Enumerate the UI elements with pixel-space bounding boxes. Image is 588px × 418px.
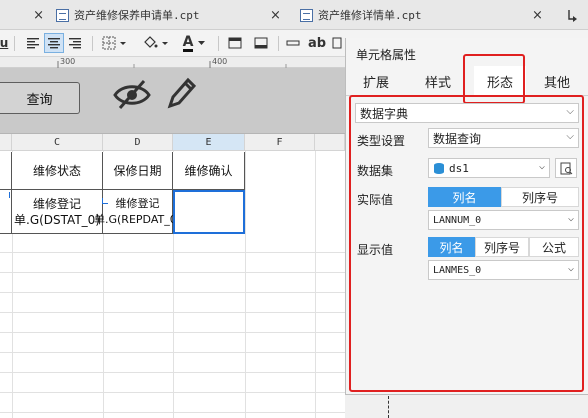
display-column-index-option[interactable]: 列序号 bbox=[475, 237, 529, 257]
display-column-name-option[interactable]: 列名 bbox=[428, 237, 475, 257]
header-cell-warranty-date[interactable]: 保修日期 bbox=[103, 152, 173, 190]
type-setting-value: 数据查询 bbox=[433, 131, 482, 146]
spreadsheet-grid[interactable]: C D E F 维修状态 保修日期 维修确认 维修登记单.G(DSTAT_0) … bbox=[0, 134, 345, 418]
tab-label: 资产维修详情单.cpt bbox=[318, 9, 422, 22]
dataset-select[interactable]: ds1 ⌵ bbox=[428, 158, 550, 178]
column-header-d[interactable]: D bbox=[103, 134, 173, 151]
table-cell[interactable] bbox=[0, 152, 12, 190]
actual-column-value: LANNUM_0 bbox=[433, 214, 482, 226]
column-header-g[interactable] bbox=[315, 134, 345, 151]
actual-value-label: 实际值 bbox=[357, 193, 394, 207]
parameter-form-area: 查询 bbox=[0, 68, 345, 134]
ruler-mark-400: 400 bbox=[212, 57, 228, 66]
tab-list-menu-icon[interactable] bbox=[566, 0, 584, 30]
expand-direction-icon bbox=[102, 198, 108, 204]
chevron-down-icon: ⌵ bbox=[538, 161, 545, 172]
tab-close-detail[interactable]: × bbox=[532, 0, 550, 30]
query-button[interactable]: 查询 bbox=[0, 82, 80, 114]
column-header-f[interactable]: F bbox=[245, 134, 315, 151]
border-dropdown-icon[interactable] bbox=[100, 33, 130, 53]
widget-type-select[interactable]: 数据字典 ⌵ bbox=[355, 103, 579, 123]
column-header-b bbox=[0, 134, 12, 151]
selected-cell-confirm[interactable] bbox=[173, 190, 245, 234]
data-cell-warranty-date[interactable]: 维修登记单.G(REPDAT_0) bbox=[94, 190, 181, 234]
horizontal-ruler: 300 400 bbox=[0, 57, 345, 68]
tab-close-prev[interactable]: × bbox=[0, 0, 48, 30]
chevron-down-icon: ⌵ bbox=[566, 131, 574, 142]
widget-type-value: 数据字典 bbox=[360, 106, 409, 121]
close-icon[interactable]: × bbox=[532, 8, 543, 23]
close-icon[interactable]: × bbox=[33, 8, 44, 23]
actual-column-name-option[interactable]: 列名 bbox=[428, 187, 501, 207]
actual-column-select[interactable]: LANNUM_0 ⌵ bbox=[428, 210, 579, 230]
tab-style[interactable]: 样式 bbox=[416, 66, 460, 96]
tab-maintenance-apply[interactable]: 资产维修保养申请单.cpt bbox=[48, 0, 288, 30]
chevron-down-icon: ⌵ bbox=[567, 263, 574, 274]
dataset-label: 数据集 bbox=[357, 164, 394, 178]
display-value-label: 显示值 bbox=[357, 243, 394, 257]
align-left-icon[interactable] bbox=[24, 33, 42, 53]
insert-row-icon[interactable] bbox=[284, 33, 302, 53]
type-setting-select[interactable]: 数据查询 ⌵ bbox=[428, 128, 579, 148]
expand-direction-icon bbox=[9, 192, 13, 198]
align-right-icon[interactable] bbox=[66, 33, 84, 53]
dataset-value: ds1 bbox=[449, 161, 469, 175]
page-break-line bbox=[388, 396, 389, 418]
underline-icon[interactable]: u bbox=[0, 33, 8, 53]
ruler-mark-300: 300 bbox=[60, 57, 76, 66]
edit-pencil-icon[interactable] bbox=[164, 74, 198, 112]
document-tab-bar: × 资产维修保养申请单.cpt × 资产维修详情单.cpt × bbox=[0, 0, 588, 30]
cell-style-icon[interactable] bbox=[226, 33, 244, 53]
chevron-down-icon: ⌵ bbox=[567, 213, 574, 224]
cell-properties-panel: 单元格属性 扩展 样式 形态 其他 数据字典 ⌵ 类型设置 数据查询 ⌵ 数据集… bbox=[345, 38, 588, 395]
report-file-icon bbox=[56, 8, 69, 22]
display-column-value: LANMES_0 bbox=[433, 264, 482, 276]
more-tools-icon[interactable] bbox=[330, 33, 344, 53]
align-center-icon[interactable] bbox=[44, 33, 64, 53]
data-cell-status[interactable]: 维修登记单.G(DSTAT_0) bbox=[12, 190, 103, 234]
cell-format-icon[interactable] bbox=[252, 33, 270, 53]
font-color-icon[interactable]: A bbox=[178, 33, 212, 53]
tab-other[interactable]: 其他 bbox=[532, 66, 582, 96]
close-icon[interactable]: × bbox=[270, 8, 281, 23]
tab-expand[interactable]: 扩展 bbox=[354, 66, 398, 96]
chevron-down-icon: ⌵ bbox=[566, 106, 574, 117]
fill-color-icon[interactable] bbox=[140, 33, 172, 53]
dataset-preview-icon[interactable] bbox=[555, 158, 577, 178]
display-column-select[interactable]: LANMES_0 ⌵ bbox=[428, 260, 579, 280]
header-cell-status[interactable]: 维修状态 bbox=[12, 152, 103, 190]
tab-label: 资产维修保养申请单.cpt bbox=[74, 9, 200, 22]
display-formula-option[interactable]: 公式 bbox=[529, 237, 579, 257]
tab-close-apply[interactable]: × bbox=[270, 0, 290, 30]
panel-title: 单元格属性 bbox=[356, 48, 417, 62]
type-setting-label: 类型设置 bbox=[357, 134, 406, 148]
header-cell-confirm[interactable]: 维修确认 bbox=[173, 152, 245, 190]
report-file-icon bbox=[300, 8, 313, 22]
text-cell-icon[interactable]: ab bbox=[308, 33, 326, 53]
hide-eye-icon[interactable] bbox=[112, 78, 152, 112]
column-header-e[interactable]: E bbox=[173, 134, 245, 151]
column-header-c[interactable]: C bbox=[12, 134, 103, 151]
actual-column-index-option[interactable]: 列序号 bbox=[501, 187, 579, 207]
database-icon bbox=[433, 162, 445, 178]
tab-maintenance-detail[interactable]: 资产维修详情单.cpt bbox=[292, 0, 522, 30]
